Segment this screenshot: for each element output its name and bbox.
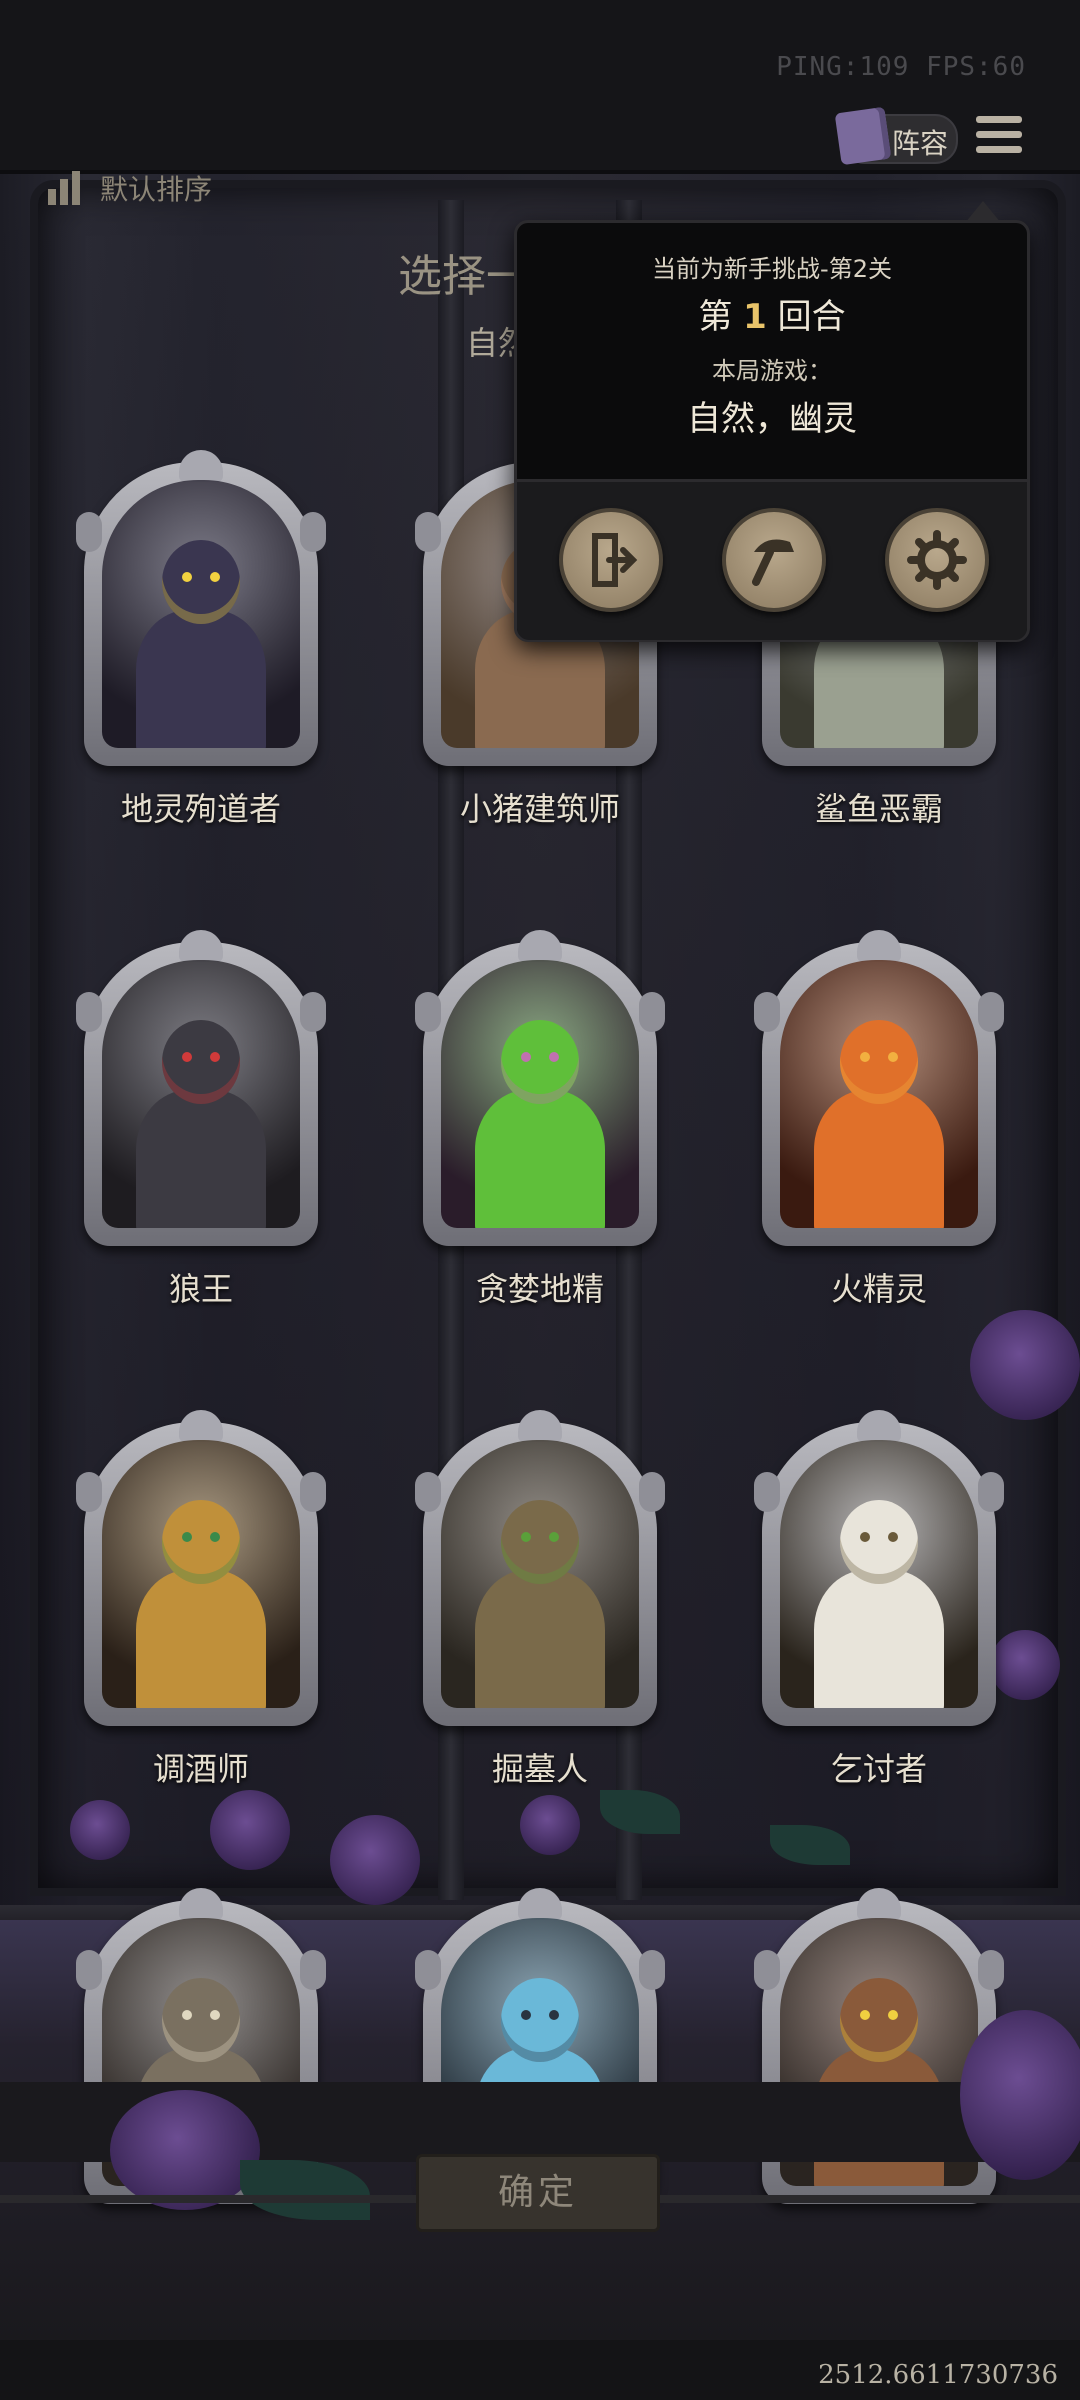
hero-figure-body: [475, 1570, 605, 1708]
hero-figure-body: [475, 1090, 605, 1228]
hero-name: 调酒师: [152, 1750, 249, 1788]
hero-figure-eye: [860, 1532, 870, 1542]
game-label: 本局游戏：: [712, 357, 832, 385]
hero-figure-head: [162, 1500, 240, 1584]
hero-card[interactable]: 掘墓人: [415, 1410, 665, 1790]
popup-actions: [517, 479, 1027, 640]
lineup-button[interactable]: 阵容: [834, 106, 958, 166]
hero-figure-eye: [860, 1052, 870, 1062]
rose-decoration: [210, 1790, 290, 1870]
hero-figure-eye: [521, 1052, 531, 1062]
hero-figure-eye: [210, 2010, 220, 2020]
hero-figure-body: [814, 1570, 944, 1708]
hero-figure-eye: [182, 572, 192, 582]
hero-name: 小猪建筑师: [459, 790, 620, 828]
hero-card[interactable]: 火精灵: [754, 930, 1004, 1310]
hero-figure-head: [840, 1978, 918, 2062]
hero-figure-eye: [888, 1052, 898, 1062]
hero-figure-eye: [521, 2010, 531, 2020]
game-tribes: 自然，幽灵: [687, 399, 857, 439]
hero-figure-head: [840, 1020, 918, 1104]
ping-fps-readout: PING:109 FPS:60: [776, 52, 1026, 82]
hero-figure-eye: [549, 1052, 559, 1062]
hero-figure-eye: [549, 1532, 559, 1542]
sort-button[interactable]: 默认排序: [48, 168, 212, 208]
hero-name: 贪婪地精: [475, 1270, 604, 1308]
sort-icon: [48, 171, 88, 205]
hero-card[interactable]: 地灵殉道者: [76, 450, 326, 830]
hero-figure-head: [501, 1978, 579, 2062]
hammer-icon: [752, 539, 794, 586]
settings-button[interactable]: [885, 508, 989, 612]
hero-figure-body: [136, 1090, 266, 1228]
hero-card[interactable]: 狼王: [76, 930, 326, 1310]
hero-name: 鲨鱼恶霸: [814, 790, 943, 828]
rose-decoration: [330, 1815, 420, 1905]
rose-decoration: [70, 1800, 130, 1860]
hero-figure-eye: [210, 1052, 220, 1062]
hammer-button[interactable]: [722, 508, 826, 612]
hero-portrait: [102, 960, 300, 1228]
hero-portrait: [102, 480, 300, 748]
hero-portrait: [441, 1440, 639, 1708]
hero-figure-head: [501, 1020, 579, 1104]
page-title: 选择一: [398, 251, 518, 302]
version-number: 2512.6611730736: [818, 2360, 1058, 2390]
hero-figure-head: [501, 1500, 579, 1584]
hero-figure-eye: [888, 1532, 898, 1542]
hero-figure-body: [136, 1570, 266, 1708]
hero-name: 火精灵: [830, 1270, 927, 1308]
stage-label: 当前为新手挑战-第2关: [652, 255, 892, 283]
rose-decoration: [520, 1795, 580, 1855]
gear-icon: [907, 530, 967, 590]
hero-name: 乞讨者: [830, 1750, 927, 1788]
hero-name: 狼王: [168, 1270, 233, 1308]
confirm-button[interactable]: 确定: [416, 2154, 660, 2232]
lineup-button-label: 阵容: [892, 127, 949, 160]
hero-name: 掘墓人: [491, 1750, 588, 1788]
hero-card[interactable]: 调酒师: [76, 1410, 326, 1790]
hero-figure-eye: [549, 2010, 559, 2020]
hero-figure-body: [814, 1090, 944, 1228]
hero-figure-body: [136, 610, 266, 748]
hero-figure-eye: [182, 2010, 192, 2020]
exit-icon: [592, 533, 638, 587]
exit-button[interactable]: [559, 508, 663, 612]
hero-figure-head: [840, 1500, 918, 1584]
hero-figure-eye: [860, 2010, 870, 2020]
hero-figure-eye: [182, 1052, 192, 1062]
rose-decoration: [970, 1310, 1080, 1420]
round-label: 第 1 回合: [698, 297, 846, 337]
round-number: 1: [743, 297, 767, 337]
hero-figure-eye: [210, 572, 220, 582]
hero-card[interactable]: 贪婪地精: [415, 930, 665, 1310]
menu-icon[interactable]: [976, 116, 1022, 160]
hero-figure-head: [162, 1978, 240, 2062]
hero-portrait: [780, 1440, 978, 1708]
hero-figure-eye: [521, 1532, 531, 1542]
game-info-popup: 当前为新手挑战-第2关 第 1 回合 本局游戏： 自然，幽灵: [514, 201, 1030, 642]
hero-portrait: [441, 960, 639, 1228]
rose-decoration: [110, 2090, 260, 2210]
rose-decoration: [960, 2010, 1080, 2180]
hero-figure-head: [162, 540, 240, 624]
hero-figure-head: [162, 1020, 240, 1104]
sort-label: 默认排序: [100, 173, 213, 206]
hero-figure-eye: [182, 1532, 192, 1542]
hero-figure-eye: [888, 2010, 898, 2020]
top-bar: PING:109 FPS:60 阵容: [0, 0, 1080, 174]
lineup-book-icon: [834, 106, 892, 166]
rose-decoration: [990, 1630, 1060, 1700]
hero-card[interactable]: 乞讨者: [754, 1410, 1004, 1790]
hero-name: 地灵殉道者: [120, 790, 281, 828]
hero-portrait: [780, 960, 978, 1228]
hero-portrait: [102, 1440, 300, 1708]
hero-figure-eye: [210, 1532, 220, 1542]
